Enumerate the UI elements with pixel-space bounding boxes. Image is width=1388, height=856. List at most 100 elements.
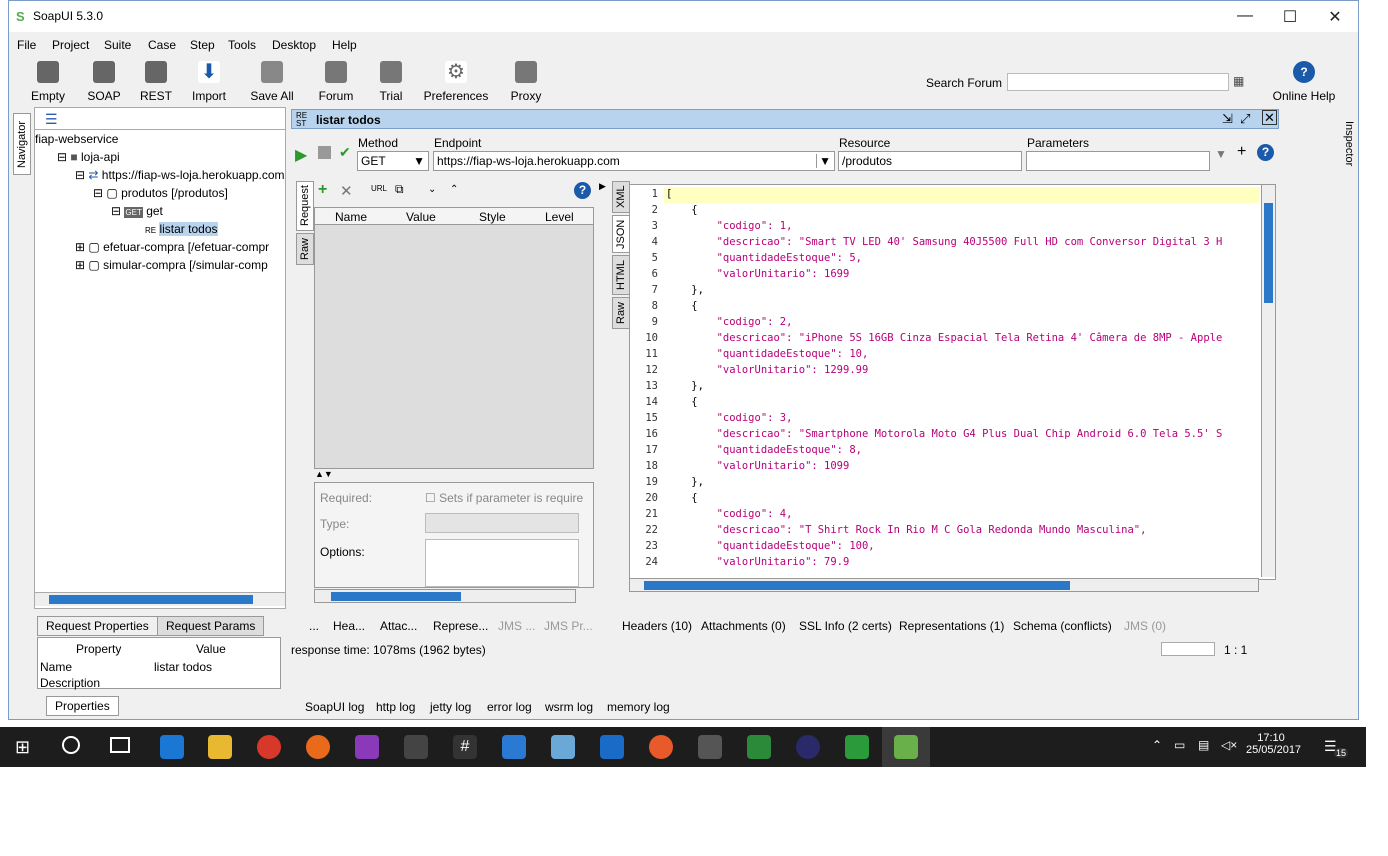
volume-icon[interactable]: ◁×	[1221, 738, 1237, 752]
log-error[interactable]: error log	[487, 700, 532, 714]
tile-icon[interactable]: ⇲	[1222, 111, 1233, 127]
resource-input[interactable]: /produtos	[838, 151, 1022, 171]
soapui-taskbar-active[interactable]	[882, 727, 930, 767]
proxy-button[interactable]: Proxy	[509, 61, 543, 103]
maximize-button[interactable]: ☐	[1275, 7, 1305, 27]
remove-param-icon[interactable]: ✕	[340, 182, 353, 200]
checkmark-icon[interactable]: ✔	[339, 144, 351, 161]
slack-icon[interactable]: #	[453, 735, 477, 759]
menu-case[interactable]: Case	[148, 38, 176, 52]
chevron-up-icon[interactable]: ⌃	[1152, 738, 1162, 752]
binoculars-icon[interactable]: ▦	[1233, 74, 1244, 88]
tab-attachments[interactable]: Attac...	[380, 619, 417, 633]
menu-help[interactable]: Help	[332, 38, 357, 52]
search-forum-input[interactable]	[1007, 73, 1229, 91]
req-h-scrollbar[interactable]	[314, 589, 576, 603]
log-wsrm[interactable]: wsrm log	[545, 700, 593, 714]
splitter-arrows-icon[interactable]: ▶	[599, 181, 606, 192]
menu-desktop[interactable]: Desktop	[272, 38, 316, 52]
tab-jms[interactable]: JMS ...	[498, 619, 535, 633]
tab-jms-props[interactable]: JMS Pr...	[544, 619, 593, 633]
navigator-tab[interactable]: Navigator	[13, 113, 31, 175]
run-icon[interactable]: ▶	[295, 145, 307, 165]
chrome-icon[interactable]	[257, 735, 281, 759]
tree-request-listar[interactable]: RE listar todos	[145, 222, 218, 236]
explorer-icon[interactable]	[208, 735, 232, 759]
list-view-icon[interactable]: ☰	[45, 111, 58, 128]
save-all-button[interactable]: Save All	[249, 61, 295, 103]
close-panel-icon[interactable]: ✕	[1262, 110, 1277, 125]
system-clock[interactable]: 17:10 25/05/2017	[1246, 732, 1301, 756]
inspector-tab[interactable]: Inspector	[1339, 113, 1357, 175]
edge-icon[interactable]	[160, 735, 184, 759]
tab-xml[interactable]: XML	[612, 181, 630, 213]
menu-project[interactable]: Project	[52, 38, 89, 52]
tab-request-properties[interactable]: Request Properties	[37, 616, 158, 636]
tree-service[interactable]: ⊟ ⇄ https://fiap-ws-loja.herokuapp.com	[75, 168, 285, 182]
resp-tab-attachments[interactable]: Attachments (0)	[701, 619, 786, 633]
help-icon[interactable]: ?	[1257, 144, 1274, 161]
tree-project[interactable]: ⊟ ■ loja-api	[57, 150, 120, 164]
expand-icon[interactable]: ⤢	[1240, 111, 1250, 127]
network-icon[interactable]: ▤	[1198, 738, 1209, 752]
tree-workspace[interactable]: fiap-webservice	[35, 132, 118, 146]
tree-method-get[interactable]: ⊟ GET get	[111, 204, 163, 218]
sublime-icon[interactable]	[698, 735, 722, 759]
menu-suite[interactable]: Suite	[104, 38, 131, 52]
filter-icon[interactable]: ▼	[1215, 147, 1227, 161]
menu-file[interactable]: File	[17, 38, 36, 52]
menu-step[interactable]: Step	[190, 38, 215, 52]
menu-tools[interactable]: Tools	[228, 38, 256, 52]
close-button[interactable]: ✕	[1320, 7, 1350, 27]
soap-button[interactable]: SOAP	[85, 61, 123, 103]
tab-json[interactable]: JSON	[612, 215, 630, 253]
url-params-icon[interactable]: URL	[371, 184, 387, 193]
windows-start-icon[interactable]: ⊞	[15, 737, 30, 758]
add-icon[interactable]: +	[1237, 143, 1246, 161]
postman-icon[interactable]	[649, 735, 673, 759]
required-checkbox[interactable]: ☐ Sets if parameter is require	[425, 491, 583, 505]
splitter-arrows-icon[interactable]: ▲▼	[315, 469, 333, 479]
log-http[interactable]: http log	[376, 700, 415, 714]
type-input[interactable]	[425, 513, 579, 533]
tree-resource-produtos[interactable]: ⊟ ▢ produtos [/produtos]	[93, 186, 228, 200]
tab-dots[interactable]: ...	[309, 619, 319, 633]
move-down-icon[interactable]: ⌄	[428, 184, 436, 195]
tab-request[interactable]: Request	[296, 181, 314, 231]
firefox-icon[interactable]	[306, 735, 330, 759]
tab-html[interactable]: HTML	[612, 255, 630, 295]
log-memory[interactable]: memory log	[607, 700, 670, 714]
rest-button[interactable]: REST	[137, 61, 175, 103]
nav-h-scrollbar[interactable]	[35, 592, 285, 606]
resp-tab-schema[interactable]: Schema (conflicts)	[1013, 619, 1112, 633]
properties-button[interactable]: Properties	[46, 696, 119, 716]
empty-button[interactable]: Empty	[29, 61, 67, 103]
vscode-icon[interactable]	[502, 735, 526, 759]
tab-raw-response[interactable]: Raw	[612, 297, 630, 329]
tab-headers[interactable]: Hea...	[333, 619, 365, 633]
search-icon[interactable]	[62, 736, 80, 754]
git-icon[interactable]	[404, 735, 428, 759]
resp-tab-representations[interactable]: Representations (1)	[899, 619, 1004, 633]
feedly-icon[interactable]	[845, 735, 869, 759]
endpoint-input[interactable]: https://fiap-ws-loja.herokuapp.com ▼	[433, 151, 835, 171]
params-grid[interactable]	[314, 207, 594, 469]
method-select[interactable]: GET ▼	[357, 151, 429, 171]
online-help-button[interactable]: ? Online Help	[1271, 61, 1337, 103]
resp-tab-ssl[interactable]: SSL Info (2 certs)	[799, 619, 892, 633]
options-input[interactable]	[425, 539, 579, 587]
minimize-button[interactable]: —	[1230, 7, 1260, 25]
move-up-icon[interactable]: ⌃	[450, 184, 458, 195]
log-jetty[interactable]: jetty log	[430, 700, 471, 714]
task-view-icon[interactable]	[110, 737, 130, 753]
prop-name-value[interactable]: listar todos	[154, 660, 212, 674]
tree-resource-simular[interactable]: ⊞ ▢ simular-compra [/simular-comp	[75, 258, 268, 272]
tab-raw[interactable]: Raw	[296, 233, 314, 265]
parameters-input[interactable]	[1026, 151, 1210, 171]
trial-button[interactable]: Trial	[375, 61, 407, 103]
preferences-button[interactable]: ⚙ Preferences	[423, 61, 489, 103]
stop-icon[interactable]	[318, 146, 331, 159]
forum-button[interactable]: Forum	[315, 61, 357, 103]
outlook-icon[interactable]	[600, 735, 624, 759]
eclipse-icon[interactable]	[796, 735, 820, 759]
